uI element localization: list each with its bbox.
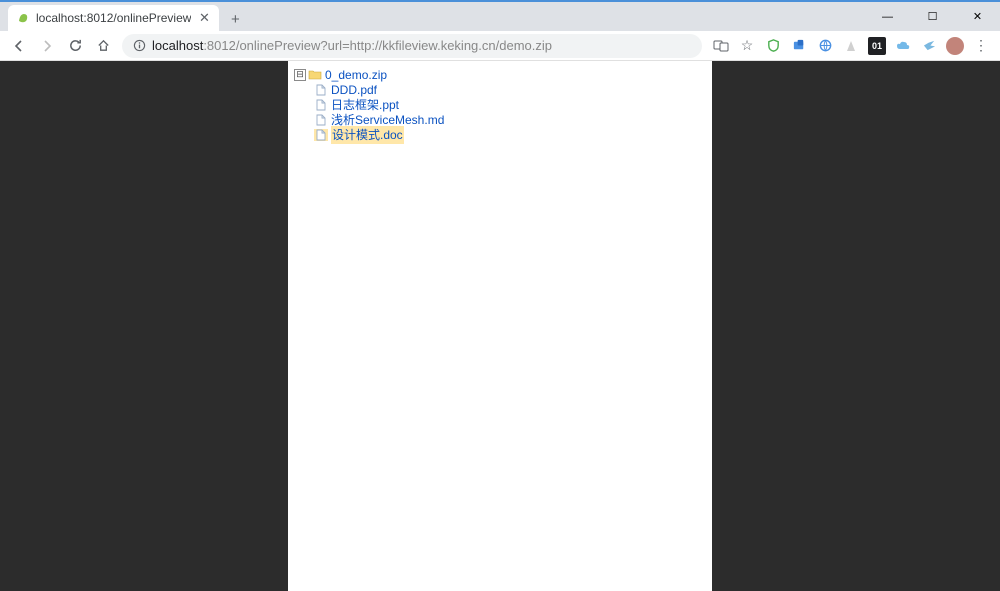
browser-tab[interactable]: localhost:8012/onlinePreview ✕ [8, 5, 219, 31]
nav-home-button[interactable] [90, 33, 116, 59]
profile-avatar[interactable] [946, 37, 964, 55]
nav-forward-button[interactable] [34, 33, 60, 59]
file-icon [314, 114, 328, 126]
browser-menu-icon[interactable]: ⋮ [972, 37, 990, 55]
tree-item[interactable]: 设计模式.doc [314, 127, 712, 142]
tree-collapse-icon[interactable]: ⊟ [294, 69, 306, 81]
tree-item-label[interactable]: 设计模式.doc [331, 126, 404, 144]
new-tab-button[interactable]: + [223, 7, 247, 31]
window-maximize-button[interactable]: ☐ [910, 2, 955, 31]
nav-back-button[interactable] [6, 33, 32, 59]
url-path: :8012/onlinePreview?url=http://kkfilevie… [203, 38, 552, 53]
window-minimize-button[interactable]: — [865, 2, 910, 31]
extension-cloud-icon[interactable] [894, 37, 912, 55]
file-icon [314, 129, 328, 141]
extension-counter-badge[interactable]: 01 [868, 37, 886, 55]
extension-gray-icon[interactable] [842, 37, 860, 55]
address-bar-text: localhost:8012/onlinePreview?url=http://… [152, 38, 692, 53]
nav-reload-button[interactable] [62, 33, 88, 59]
tab-favicon-icon [16, 11, 30, 25]
bookmark-star-icon[interactable]: ☆ [738, 37, 756, 55]
shield-icon[interactable] [764, 37, 782, 55]
file-tree: ⊟ 0_demo.zip DDD.pdf 日志框架.ppt [294, 67, 712, 142]
window-close-button[interactable]: ✕ [955, 2, 1000, 31]
browser-toolbar: localhost:8012/onlinePreview?url=http://… [0, 31, 1000, 61]
tree-children: DDD.pdf 日志框架.ppt 浅析ServiceMesh.md [294, 82, 712, 142]
window-controls: — ☐ ✕ [865, 2, 1000, 31]
extension-blue-icon[interactable] [790, 37, 808, 55]
page-content: ⊟ 0_demo.zip DDD.pdf 日志框架.ppt [288, 61, 712, 591]
site-info-icon[interactable] [132, 39, 146, 53]
address-bar[interactable]: localhost:8012/onlinePreview?url=http://… [122, 34, 702, 58]
viewport: ⊟ 0_demo.zip DDD.pdf 日志框架.ppt [0, 61, 1000, 591]
file-icon [314, 99, 328, 111]
extension-bird-icon[interactable] [920, 37, 938, 55]
translate-icon[interactable] [712, 37, 730, 55]
extension-globe-icon[interactable] [816, 37, 834, 55]
extension-icons: ☆ 01 ⋮ [708, 37, 994, 55]
url-host: localhost [152, 38, 203, 53]
file-icon [314, 84, 328, 96]
tab-title: localhost:8012/onlinePreview [36, 11, 191, 25]
tab-strip: localhost:8012/onlinePreview ✕ + — ☐ ✕ [0, 2, 1000, 31]
folder-icon [308, 69, 322, 81]
tab-close-icon[interactable]: ✕ [197, 11, 211, 25]
